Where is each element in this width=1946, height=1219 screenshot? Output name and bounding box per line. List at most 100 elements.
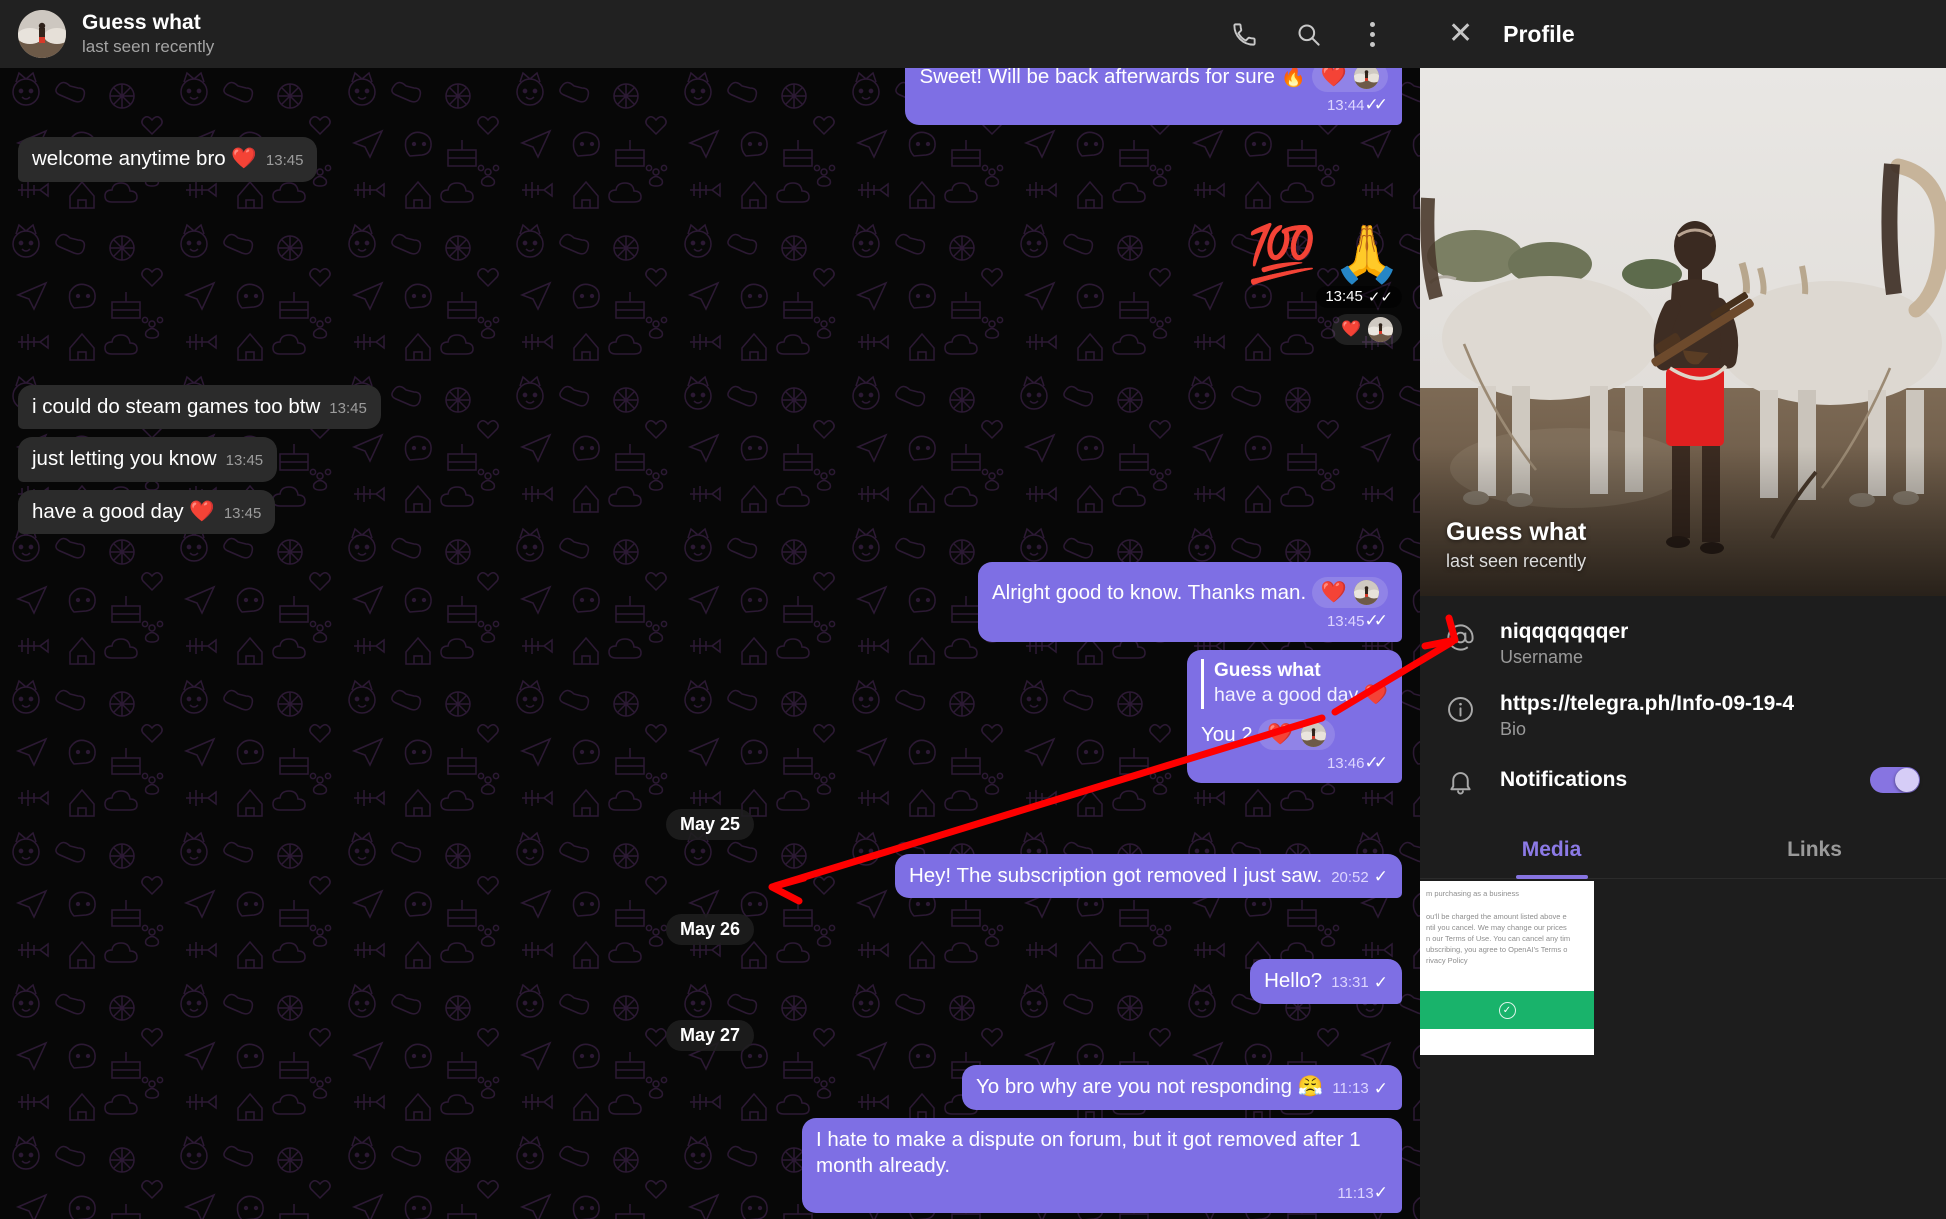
message-bubble-outgoing[interactable]: Hey! The subscription got removed I just… [894,853,1402,899]
emoji-only-message[interactable]: 💯 🙏 13:45 ✓✓ ❤️ [1246,221,1402,345]
sent-tick-icon: ✓ [1373,1182,1388,1202]
message-bubble-incoming[interactable]: have a good day ❤️ 13:45 [18,489,276,535]
message-row[interactable]: I hate to make a dispute on forum, but i… [0,1117,1420,1213]
date-separator: May 25 [665,808,755,840]
message-meta: 13:45 ✓✓ [1316,285,1402,308]
message-time: 13:44 [1326,96,1365,114]
message-row[interactable]: welcome anytime bro ❤️ 13:45 [0,136,1420,182]
message-text: You 2 [1201,722,1253,746]
message-row[interactable]: 💯 🙏 13:45 ✓✓ ❤️ [0,221,1420,345]
profile-panel: ✕ Profile Guess what last seen recently … [1420,0,1946,1219]
message-text: Hey! The subscription got removed I just… [908,863,1323,887]
message-bubble-incoming[interactable]: i could do steam games too btw 13:45 [18,384,381,430]
avatar-image [18,10,66,58]
thumb-line-3: ntil you cancel. We may change our price… [1426,923,1567,932]
message-row[interactable]: Sweet! Will be back afterwards for sure … [0,68,1420,125]
message-row[interactable]: Guess what have a good day ❤️ You 2 ❤️ 1… [0,649,1420,783]
thumb-line-2: ou'll be charged the amount listed above… [1426,912,1567,921]
message-time: 13:45 [329,399,367,417]
message-row[interactable]: just letting you know 13:45 [0,437,1420,482]
message-time: 13:45 [265,151,304,169]
media-grid: m purchasing as a business ou'll be char… [1420,879,1946,1055]
profile-name: Guess what [1446,518,1587,546]
profile-panel-title: Profile [1503,20,1575,47]
message-row[interactable]: have a good day ❤️ 13:45 [0,489,1420,535]
reaction-pill[interactable]: ❤️ [1311,68,1388,92]
message-emojis: 💯 🙏 [1246,221,1402,285]
profile-row-username[interactable]: niqqqqqqqer Username [1420,610,1946,682]
chat-title-block: Guess what last seen recently [82,11,1202,58]
toggle-knob [1895,768,1919,792]
thumb-line-1: m purchasing as a business [1426,889,1519,898]
tab-media[interactable]: Media [1420,820,1683,878]
photo-name-block: Guess what last seen recently [1446,518,1586,572]
heart-reaction-icon: ❤️ [1341,321,1361,339]
close-icon[interactable]: ✕ [1448,19,1473,49]
message-row[interactable]: Hello? 13:31 ✓ [0,959,1420,1004]
more-vertical-icon [1369,21,1375,47]
check-circle-icon: ✓ [1498,1001,1516,1019]
reply-quote[interactable]: Guess what have a good day ❤️ [1201,658,1388,709]
message-row[interactable]: Hey! The subscription got removed I just… [0,853,1420,899]
read-ticks-icon: ✓✓ [1367,288,1393,306]
message-bubble-outgoing[interactable]: I hate to make a dispute on forum, but i… [802,1117,1402,1213]
message-time: 11:13 [1332,1079,1369,1097]
more-menu-button[interactable] [1346,8,1398,60]
message-row[interactable]: Alright good to know. Thanks man. ❤️ 13:… [0,562,1420,642]
heart-reaction-icon: ❤️ [1267,722,1294,746]
thumb-footer [1420,1029,1594,1055]
reply-quote-title: Guess what [1214,659,1321,681]
call-button[interactable] [1218,8,1270,60]
read-ticks-icon: ✓✓ [1364,752,1388,772]
sent-tick-icon: ✓ [1373,867,1388,887]
username-label: Username [1500,647,1584,667]
message-bubble-outgoing[interactable]: Yo bro why are you not responding 😤 11:13… [962,1064,1402,1110]
profile-photo[interactable]: Guess what last seen recently [1420,68,1946,596]
message-list[interactable]: Thank bro. And it's for 6 months right?1… [0,68,1420,1219]
avatar[interactable] [18,10,66,58]
message-bubble-outgoing[interactable]: Sweet! Will be back afterwards for sure … [905,68,1402,125]
message-row[interactable]: Yo bro why are you not responding 😤 11:13… [0,1064,1420,1110]
message-time: 13:45 [1326,613,1365,631]
info-icon [1446,692,1500,724]
message-bubble-incoming[interactable]: welcome anytime bro ❤️ 13:45 [18,136,318,182]
at-icon [1446,620,1500,652]
chat-header: Guess what last seen recently [0,0,1420,68]
search-icon [1297,23,1320,46]
message-text: I hate to make a dispute on forum, but i… [816,1127,1361,1178]
date-separator-row: May 25 [0,808,1420,840]
media-thumbnail[interactable]: m purchasing as a business ou'll be char… [1420,881,1594,1055]
reaction-pill[interactable]: ❤️ [1258,718,1335,750]
message-meta: 13:44✓✓ [928,94,1388,116]
tab-links[interactable]: Links [1683,820,1946,878]
thumb-spacer [1426,900,1588,912]
message-bubble-reply[interactable]: Guess what have a good day ❤️ You 2 ❤️ 1… [1187,649,1402,783]
profile-row-content: Notifications [1500,768,1870,792]
message-bubble-incoming[interactable]: just letting you know 13:45 [18,437,278,482]
message-bubble-outgoing[interactable]: Alright good to know. Thanks man. ❤️ 13:… [978,562,1402,642]
profile-header: ✕ Profile [1420,0,1946,68]
message-meta: 13:31 ✓ [1331,972,1388,994]
reaction-pill[interactable]: ❤️ [1311,577,1388,609]
message-text: welcome anytime bro ❤️ [32,146,257,170]
message-text: just letting you know [32,447,217,471]
message-row[interactable]: i could do steam games too btw 13:45 [0,384,1420,430]
reaction-pill[interactable]: ❤️ [1332,313,1402,345]
sent-tick-icon: ✓ [1373,1078,1388,1098]
search-button[interactable] [1282,8,1334,60]
chat-status: last seen recently [82,37,215,57]
notifications-toggle[interactable] [1870,767,1920,793]
profile-row-content: https://telegra.ph/Info-09-19-4 Bio [1500,692,1920,740]
phone-icon [1232,22,1256,46]
heart-reaction-icon: ❤️ [1320,68,1347,88]
message-text: Sweet! Will be back afterwards for sure … [919,68,1307,88]
profile-row-content: niqqqqqqqer Username [1500,620,1920,668]
reactor-avatar [1368,316,1393,342]
profile-row-bio[interactable]: https://telegra.ph/Info-09-19-4 Bio [1420,682,1946,754]
message-time: 20:52 [1331,868,1369,886]
profile-row-notifications[interactable]: Notifications [1420,754,1946,810]
message-meta: 11:13✓ [1332,1078,1388,1100]
message-text: Alright good to know. Thanks man. [992,581,1307,605]
message-bubble-outgoing[interactable]: Hello? 13:31 ✓ [1250,959,1402,1004]
profile-status: last seen recently [1446,551,1587,571]
